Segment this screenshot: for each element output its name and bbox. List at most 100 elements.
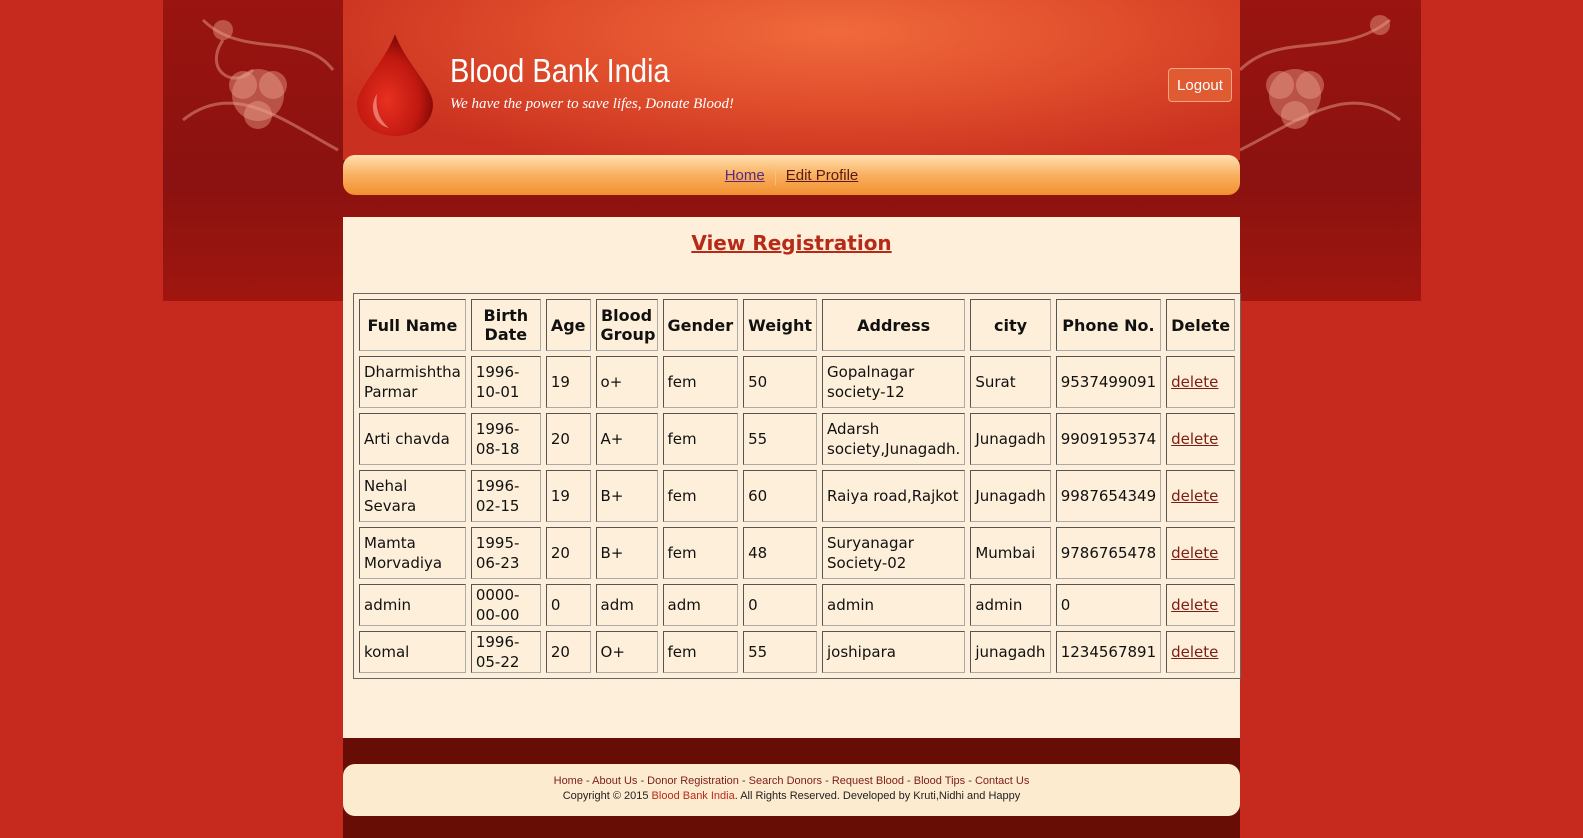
cell-gender: fem	[662, 527, 739, 579]
site-footer: Home - About Us - Donor Registration - S…	[343, 764, 1240, 816]
cell-delete: delete	[1166, 527, 1236, 579]
main-content: View Registration Full Name Birth Date A…	[343, 217, 1242, 738]
blood-drop-icon	[355, 32, 435, 138]
delete-link[interactable]: delete	[1171, 373, 1218, 391]
cell-weight: 50	[743, 356, 818, 408]
cell-birth-date: 1996-08-18	[470, 413, 541, 465]
cell-address: Suryanagar Society-02	[822, 527, 966, 579]
table-row: komal 1996-05-22 20 O+ fem 55 joshipara …	[359, 631, 1236, 673]
column-header-delete: Delete	[1166, 299, 1236, 351]
cell-city: Junagadh	[970, 413, 1051, 465]
footer-link-donor-registration[interactable]: Donor Registration	[647, 775, 739, 787]
copyright-suffix: . All Rights Reserved. Developed by Krut…	[734, 790, 1021, 802]
nav-divider	[774, 165, 776, 185]
footer-separator: -	[582, 775, 593, 787]
column-header-address: Address	[822, 299, 966, 351]
logout-button[interactable]: Logout	[1168, 68, 1232, 102]
cell-full-name: Dharmishtha Parmar	[359, 356, 466, 408]
cell-address: Raiya road,Rajkot	[822, 470, 966, 522]
cell-age: 0	[545, 584, 591, 626]
footer-link-search-donors[interactable]: Search Donors	[749, 775, 822, 787]
copyright-prefix: Copyright © 2015	[562, 790, 652, 802]
footer-link-home[interactable]: Home	[554, 775, 583, 787]
cell-blood-group: A+	[595, 413, 658, 465]
left-floral-decoration	[163, 0, 341, 301]
cell-city: junagadh	[970, 631, 1051, 673]
cell-birth-date: 0000-00-00	[470, 584, 541, 626]
cell-address: Gopalnagar society-12	[822, 356, 966, 408]
footer-separator: -	[822, 775, 832, 787]
page-title: View Registration	[691, 231, 892, 255]
cell-delete: delete	[1166, 413, 1236, 465]
column-header-city: city	[970, 299, 1051, 351]
cell-phone: 9987654349	[1055, 470, 1162, 522]
column-header-blood-group: Blood Group	[595, 299, 658, 351]
copyright-brand: Blood Bank India	[651, 790, 735, 802]
table-row: Nehal Sevara 1996-02-15 19 B+ fem 60 Rai…	[359, 470, 1236, 522]
cell-weight: 0	[743, 584, 818, 626]
footer-separator: -	[904, 775, 914, 787]
footer-links: Home - About Us - Donor Registration - S…	[343, 775, 1240, 787]
delete-link[interactable]: delete	[1171, 430, 1218, 448]
footer-link-blood-tips[interactable]: Blood Tips	[914, 775, 965, 787]
column-header-phone: Phone No.	[1055, 299, 1162, 351]
cell-birth-date: 1996-10-01	[470, 356, 541, 408]
cell-address: joshipara	[822, 631, 966, 673]
cell-age: 20	[545, 413, 591, 465]
cell-full-name: komal	[359, 631, 466, 673]
column-header-weight: Weight	[743, 299, 818, 351]
cell-phone: 9537499091	[1055, 356, 1162, 408]
cell-phone: 9786765478	[1055, 527, 1162, 579]
cell-gender: fem	[662, 356, 739, 408]
site-title: Blood Bank India	[450, 52, 670, 89]
footer-link-contact-us[interactable]: Contact Us	[975, 775, 1029, 787]
nav-home-link[interactable]: Home	[725, 167, 765, 184]
cell-gender: fem	[662, 631, 739, 673]
table-row: Mamta Morvadiya 1995-06-23 20 B+ fem 48 …	[359, 527, 1236, 579]
cell-age: 20	[545, 631, 591, 673]
cell-phone: 1234567891	[1055, 631, 1162, 673]
footer-copyright: Copyright © 2015 Blood Bank India. All R…	[343, 790, 1240, 802]
cell-blood-group: adm	[595, 584, 658, 626]
footer-link-about-us[interactable]: About Us	[592, 775, 637, 787]
column-header-gender: Gender	[662, 299, 739, 351]
cell-city: Surat	[970, 356, 1051, 408]
cell-weight: 55	[743, 631, 818, 673]
column-header-birth-date: Birth Date	[470, 299, 541, 351]
column-header-full-name: Full Name	[359, 299, 466, 351]
cell-age: 19	[545, 356, 591, 408]
cell-weight: 48	[743, 527, 818, 579]
cell-phone: 0	[1055, 584, 1162, 626]
cell-full-name: Arti chavda	[359, 413, 466, 465]
cell-delete: delete	[1166, 356, 1236, 408]
nav-edit-profile-link[interactable]: Edit Profile	[786, 167, 859, 184]
cell-blood-group: B+	[595, 527, 658, 579]
footer-separator: -	[965, 775, 975, 787]
table-row: Dharmishtha Parmar 1996-10-01 19 o+ fem …	[359, 356, 1236, 408]
cell-gender: adm	[662, 584, 739, 626]
footer-link-request-blood[interactable]: Request Blood	[832, 775, 904, 787]
cell-birth-date: 1996-02-15	[470, 470, 541, 522]
site-header: Blood Bank India We have the power to sa…	[343, 0, 1240, 160]
cell-weight: 60	[743, 470, 818, 522]
column-header-age: Age	[545, 299, 591, 351]
cell-address: Adarsh society,Junagadh.	[822, 413, 966, 465]
cell-blood-group: o+	[595, 356, 658, 408]
table-header-row: Full Name Birth Date Age Blood Group Gen…	[359, 299, 1236, 351]
cell-delete: delete	[1166, 584, 1236, 626]
delete-link[interactable]: delete	[1171, 643, 1218, 661]
cell-full-name: admin	[359, 584, 466, 626]
cell-full-name: Nehal Sevara	[359, 470, 466, 522]
cell-city: admin	[970, 584, 1051, 626]
right-floral-decoration	[1240, 0, 1418, 301]
delete-link[interactable]: delete	[1171, 487, 1218, 505]
cell-blood-group: B+	[595, 470, 658, 522]
cell-birth-date: 1995-06-23	[470, 527, 541, 579]
main-nav: Home Edit Profile	[343, 155, 1240, 195]
delete-link[interactable]: delete	[1171, 596, 1218, 614]
delete-link[interactable]: delete	[1171, 544, 1218, 562]
cell-age: 19	[545, 470, 591, 522]
footer-separator: -	[738, 775, 749, 787]
registration-table: Full Name Birth Date Age Blood Group Gen…	[353, 293, 1242, 679]
cell-city: Mumbai	[970, 527, 1051, 579]
